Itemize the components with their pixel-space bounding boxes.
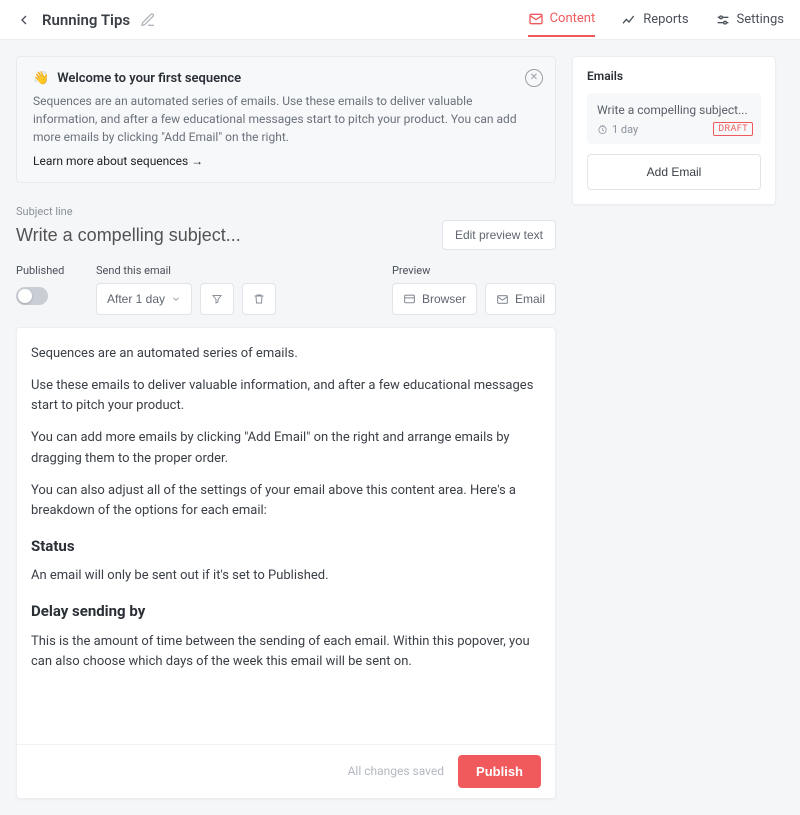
body-paragraph: An email will only be sent out if it's s…: [31, 566, 541, 586]
subject-input[interactable]: [16, 225, 356, 246]
email-editor: Sequences are an automated series of ema…: [16, 327, 556, 799]
email-item-delay: 1 day: [612, 123, 638, 136]
edit-title-icon[interactable]: [140, 12, 156, 28]
preview-label: Preview: [392, 264, 556, 277]
nav-reports[interactable]: Reports: [621, 4, 688, 36]
preview-email-label: Email: [515, 292, 545, 306]
browser-icon: [403, 293, 416, 306]
status-badge: DRAFT: [713, 122, 753, 136]
email-item-title: Write a compelling subject...: [597, 103, 751, 117]
nav-content[interactable]: Content: [528, 3, 596, 37]
banner-title: Welcome to your first sequence: [57, 71, 241, 86]
mail-icon: [496, 293, 509, 306]
banner-learn-more-link[interactable]: Learn more about sequences →: [33, 154, 539, 168]
nav-reports-label: Reports: [643, 12, 688, 27]
send-this-email-label: Send this email: [96, 264, 296, 277]
page-title: Running Tips: [42, 11, 130, 29]
filter-icon: [211, 292, 223, 306]
welcome-banner: ✕ 👋 Welcome to your first sequence Seque…: [16, 56, 556, 183]
add-email-button[interactable]: Add Email: [587, 154, 761, 190]
body-paragraph: You can also adjust all of the settings …: [31, 481, 541, 521]
edit-preview-text-button[interactable]: Edit preview text: [442, 220, 556, 250]
nav-content-label: Content: [550, 11, 596, 26]
body-heading-status: Status: [31, 535, 541, 558]
nav-settings[interactable]: Settings: [715, 4, 784, 36]
emails-panel: Emails Write a compelling subject... 1 d…: [572, 56, 776, 205]
email-body-textarea[interactable]: Sequences are an automated series of ema…: [17, 328, 555, 744]
send-delay-dropdown[interactable]: After 1 day: [96, 283, 192, 315]
save-status: All changes saved: [348, 764, 444, 778]
body-heading-delay: Delay sending by: [31, 600, 541, 623]
emails-heading: Emails: [587, 69, 761, 83]
preview-browser-label: Browser: [422, 292, 466, 306]
published-label: Published: [16, 264, 96, 277]
body-paragraph: You can add more emails by clicking "Add…: [31, 428, 541, 468]
preview-email-button[interactable]: Email: [485, 283, 556, 315]
email-list-item[interactable]: Write a compelling subject... 1 day DRAF…: [587, 93, 761, 144]
subject-line-label: Subject line: [16, 205, 556, 218]
body-paragraph: Use these emails to deliver valuable inf…: [31, 376, 541, 416]
nav-settings-label: Settings: [737, 12, 784, 27]
publish-button[interactable]: Publish: [458, 755, 541, 788]
published-toggle[interactable]: [16, 287, 48, 305]
banner-body: Sequences are an automated series of ema…: [33, 92, 539, 146]
send-delay-value: After 1 day: [107, 292, 165, 306]
chevron-down-icon: [171, 294, 181, 304]
clock-icon: [597, 124, 608, 135]
close-icon[interactable]: ✕: [525, 69, 543, 87]
body-paragraph: Sequences are an automated series of ema…: [31, 344, 541, 364]
trash-icon: [253, 292, 265, 306]
back-icon[interactable]: [16, 12, 32, 28]
filter-button[interactable]: [200, 283, 234, 315]
delete-button[interactable]: [242, 283, 276, 315]
wave-icon: 👋: [33, 71, 49, 86]
preview-browser-button[interactable]: Browser: [392, 283, 477, 315]
